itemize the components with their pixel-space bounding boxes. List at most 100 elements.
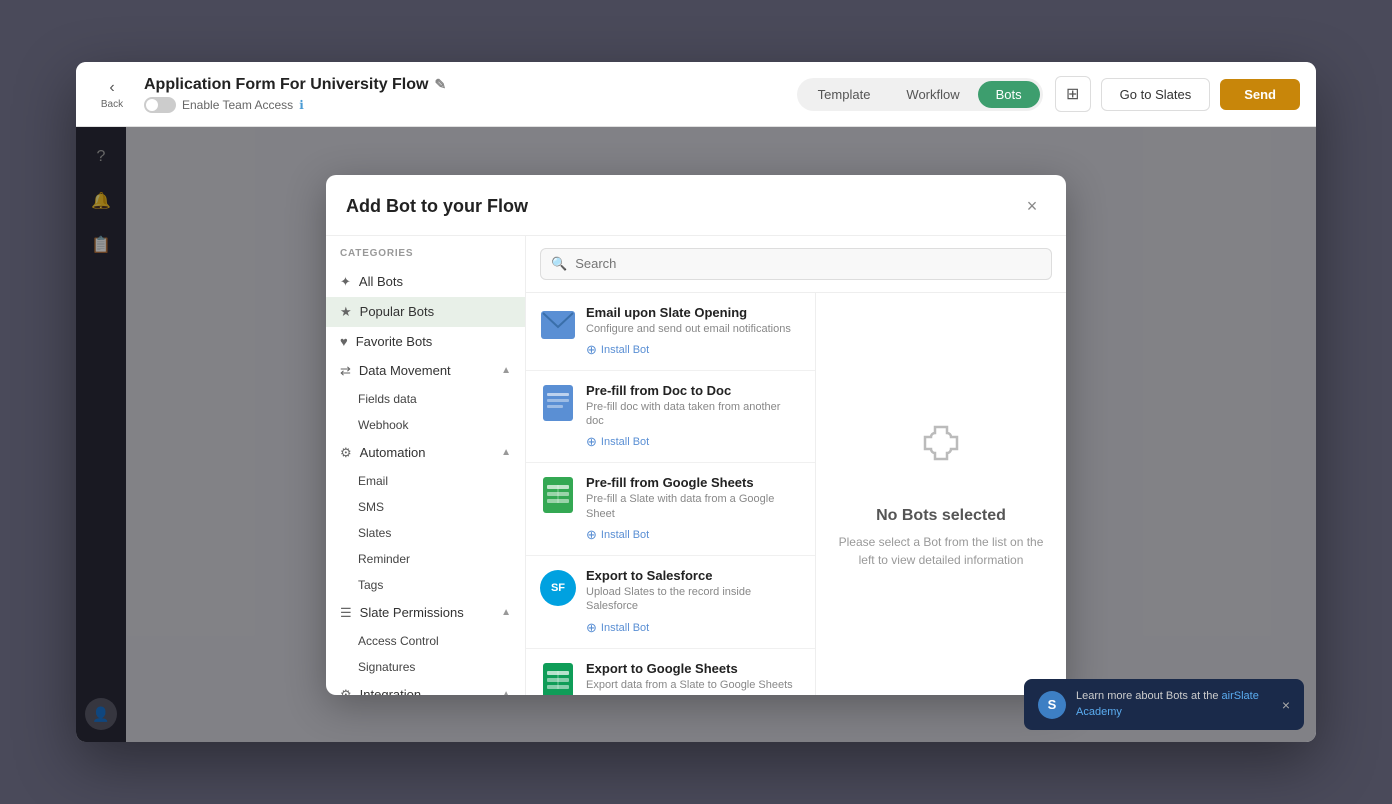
- category-slate-permissions[interactable]: ☰ Slate Permissions ▲: [326, 598, 525, 628]
- bot-list: Email upon Slate Opening Configure and s…: [526, 293, 816, 695]
- slate-permissions-icon: ☰: [340, 605, 352, 621]
- data-movement-label: Data Movement: [359, 363, 493, 378]
- search-input[interactable]: [575, 256, 1041, 271]
- back-button[interactable]: ‹ Back: [92, 69, 132, 119]
- search-icon: 🔍: [551, 256, 567, 272]
- automation-chevron: ▲: [501, 447, 511, 458]
- search-bar: 🔍: [526, 236, 1066, 293]
- svg-text:SF: SF: [551, 582, 565, 594]
- sub-slates[interactable]: Slates: [326, 520, 525, 546]
- academy-text-content: Learn more about Bots at the: [1076, 690, 1222, 702]
- modal-close-button[interactable]: ×: [1018, 193, 1046, 221]
- bot-item-export-salesforce[interactable]: SF Export to Salesforce Upload Slates to…: [526, 556, 815, 649]
- app-title: Application Form For University Flow ✎: [144, 76, 785, 94]
- tab-bots[interactable]: Bots: [978, 81, 1040, 108]
- edit-title-icon[interactable]: ✎: [434, 76, 446, 93]
- integration-icon: ⚙: [340, 687, 352, 695]
- sub-reminder[interactable]: Reminder: [326, 546, 525, 572]
- back-arrow-icon: ‹: [109, 79, 114, 97]
- bot-info-prefill-doc: Pre-fill from Doc to Doc Pre-fill doc wi…: [586, 383, 801, 451]
- install-label-0: Install Bot: [601, 344, 649, 356]
- category-all-bots[interactable]: ✦ All Bots: [326, 267, 525, 297]
- sub-webhook[interactable]: Webhook: [326, 412, 525, 438]
- install-plus-icon-1: ⊕: [586, 434, 597, 450]
- favorite-bots-icon: ♥: [340, 334, 348, 349]
- tab-group: Template Workflow Bots: [797, 78, 1043, 111]
- bot-name-export-salesforce: Export to Salesforce: [586, 568, 801, 583]
- bot-name-export-gsheets: Export to Google Sheets: [586, 661, 801, 676]
- sub-signatures[interactable]: Signatures: [326, 654, 525, 680]
- app-title-text: Application Form For University Flow: [144, 76, 428, 94]
- academy-text: Learn more about Bots at the airSlate Ac…: [1076, 689, 1272, 720]
- category-automation[interactable]: ⚙ Automation ▲: [326, 438, 525, 468]
- bot-desc-email-slate-opening: Configure and send out email notificatio…: [586, 322, 801, 336]
- categories-label: CATEGORIES: [326, 248, 525, 267]
- install-bot-2[interactable]: ⊕ Install Bot: [586, 527, 801, 543]
- automation-icon: ⚙: [340, 445, 352, 461]
- grid-view-button[interactable]: ⊞: [1055, 76, 1091, 112]
- data-movement-chevron: ▲: [501, 365, 511, 376]
- bot-item-email-slate-opening[interactable]: Email upon Slate Opening Configure and s…: [526, 293, 815, 371]
- bot-name-email-slate-opening: Email upon Slate Opening: [586, 305, 801, 320]
- search-input-wrap: 🔍: [540, 248, 1052, 280]
- sub-tags[interactable]: Tags: [326, 572, 525, 598]
- modal-title: Add Bot to your Flow: [346, 196, 528, 217]
- install-bot-1[interactable]: ⊕ Install Bot: [586, 434, 801, 450]
- academy-banner: S Learn more about Bots at the airSlate …: [1024, 679, 1304, 730]
- modal-overlay: Add Bot to your Flow × CATEGORIES ✦ All …: [76, 127, 1316, 742]
- sub-email[interactable]: Email: [326, 468, 525, 494]
- sub-fields-data[interactable]: Fields data: [326, 386, 525, 412]
- popular-bots-label: Popular Bots: [360, 304, 511, 319]
- sub-access-control[interactable]: Access Control: [326, 628, 525, 654]
- all-bots-label: All Bots: [359, 274, 511, 289]
- puzzle-icon: [911, 419, 971, 491]
- bot-desc-export-gsheets: Export data from a Slate to Google Sheet…: [586, 678, 801, 692]
- team-toggle-label: Enable Team Access: [182, 98, 293, 112]
- bot-item-prefill-doc[interactable]: Pre-fill from Doc to Doc Pre-fill doc wi…: [526, 371, 815, 464]
- sub-sms[interactable]: SMS: [326, 494, 525, 520]
- install-plus-icon-3: ⊕: [586, 620, 597, 636]
- install-bot-3[interactable]: ⊕ Install Bot: [586, 620, 801, 636]
- app-window: ‹ Back Application Form For University F…: [76, 62, 1316, 742]
- bot-info-export-salesforce: Export to Salesforce Upload Slates to th…: [586, 568, 801, 636]
- category-panel: CATEGORIES ✦ All Bots ★ Popular Bots ♥ F…: [326, 236, 526, 695]
- bot-info-prefill-gsheets: Pre-fill from Google Sheets Pre-fill a S…: [586, 475, 801, 543]
- install-bot-0[interactable]: ⊕ Install Bot: [586, 342, 801, 358]
- category-data-movement[interactable]: ⇄ Data Movement ▲: [326, 356, 525, 386]
- bot-icon-prefill-gsheets: [540, 477, 576, 513]
- top-bar: ‹ Back Application Form For University F…: [76, 62, 1316, 127]
- bot-list-area: Email upon Slate Opening Configure and s…: [526, 293, 1066, 695]
- category-integration[interactable]: ⚙ Integration ▲: [326, 680, 525, 695]
- popular-bots-icon: ★: [340, 304, 352, 320]
- favorite-bots-label: Favorite Bots: [356, 334, 511, 349]
- no-bot-panel: No Bots selected Please select a Bot fro…: [816, 293, 1066, 695]
- slate-permissions-chevron: ▲: [501, 607, 511, 618]
- tab-workflow[interactable]: Workflow: [888, 81, 977, 108]
- install-label-1: Install Bot: [601, 436, 649, 448]
- team-access-toggle[interactable]: [144, 97, 176, 113]
- bot-item-export-gsheets[interactable]: Export to Google Sheets Export data from…: [526, 649, 815, 695]
- go-to-slates-button[interactable]: Go to Slates: [1101, 78, 1211, 111]
- bot-name-prefill-doc: Pre-fill from Doc to Doc: [586, 383, 801, 398]
- data-movement-icon: ⇄: [340, 363, 351, 379]
- bot-info-export-gsheets: Export to Google Sheets Export data from…: [586, 661, 801, 695]
- install-label-2: Install Bot: [601, 529, 649, 541]
- main-content: ? 🔔 📋 👤 Add Bot to your Flow × CATEGOR: [76, 127, 1316, 742]
- back-label: Back: [101, 99, 123, 110]
- bot-icon-prefill-doc: [540, 385, 576, 421]
- category-favorite-bots[interactable]: ♥ Favorite Bots: [326, 327, 525, 356]
- integration-label: Integration: [360, 687, 493, 695]
- academy-logo: S: [1038, 691, 1066, 719]
- info-icon[interactable]: ℹ: [299, 98, 304, 112]
- bot-item-prefill-gsheets[interactable]: Pre-fill from Google Sheets Pre-fill a S…: [526, 463, 815, 556]
- bot-info-email-slate-opening: Email upon Slate Opening Configure and s…: [586, 305, 801, 358]
- modal-body: CATEGORIES ✦ All Bots ★ Popular Bots ♥ F…: [326, 236, 1066, 695]
- modal-header: Add Bot to your Flow ×: [326, 175, 1066, 236]
- academy-close-icon[interactable]: ×: [1282, 697, 1290, 713]
- category-popular-bots[interactable]: ★ Popular Bots: [326, 297, 525, 327]
- install-plus-icon-2: ⊕: [586, 527, 597, 543]
- tab-template[interactable]: Template: [800, 81, 889, 108]
- bot-desc-prefill-doc: Pre-fill doc with data taken from anothe…: [586, 400, 801, 429]
- integration-chevron: ▲: [501, 689, 511, 695]
- send-button[interactable]: Send: [1220, 79, 1300, 110]
